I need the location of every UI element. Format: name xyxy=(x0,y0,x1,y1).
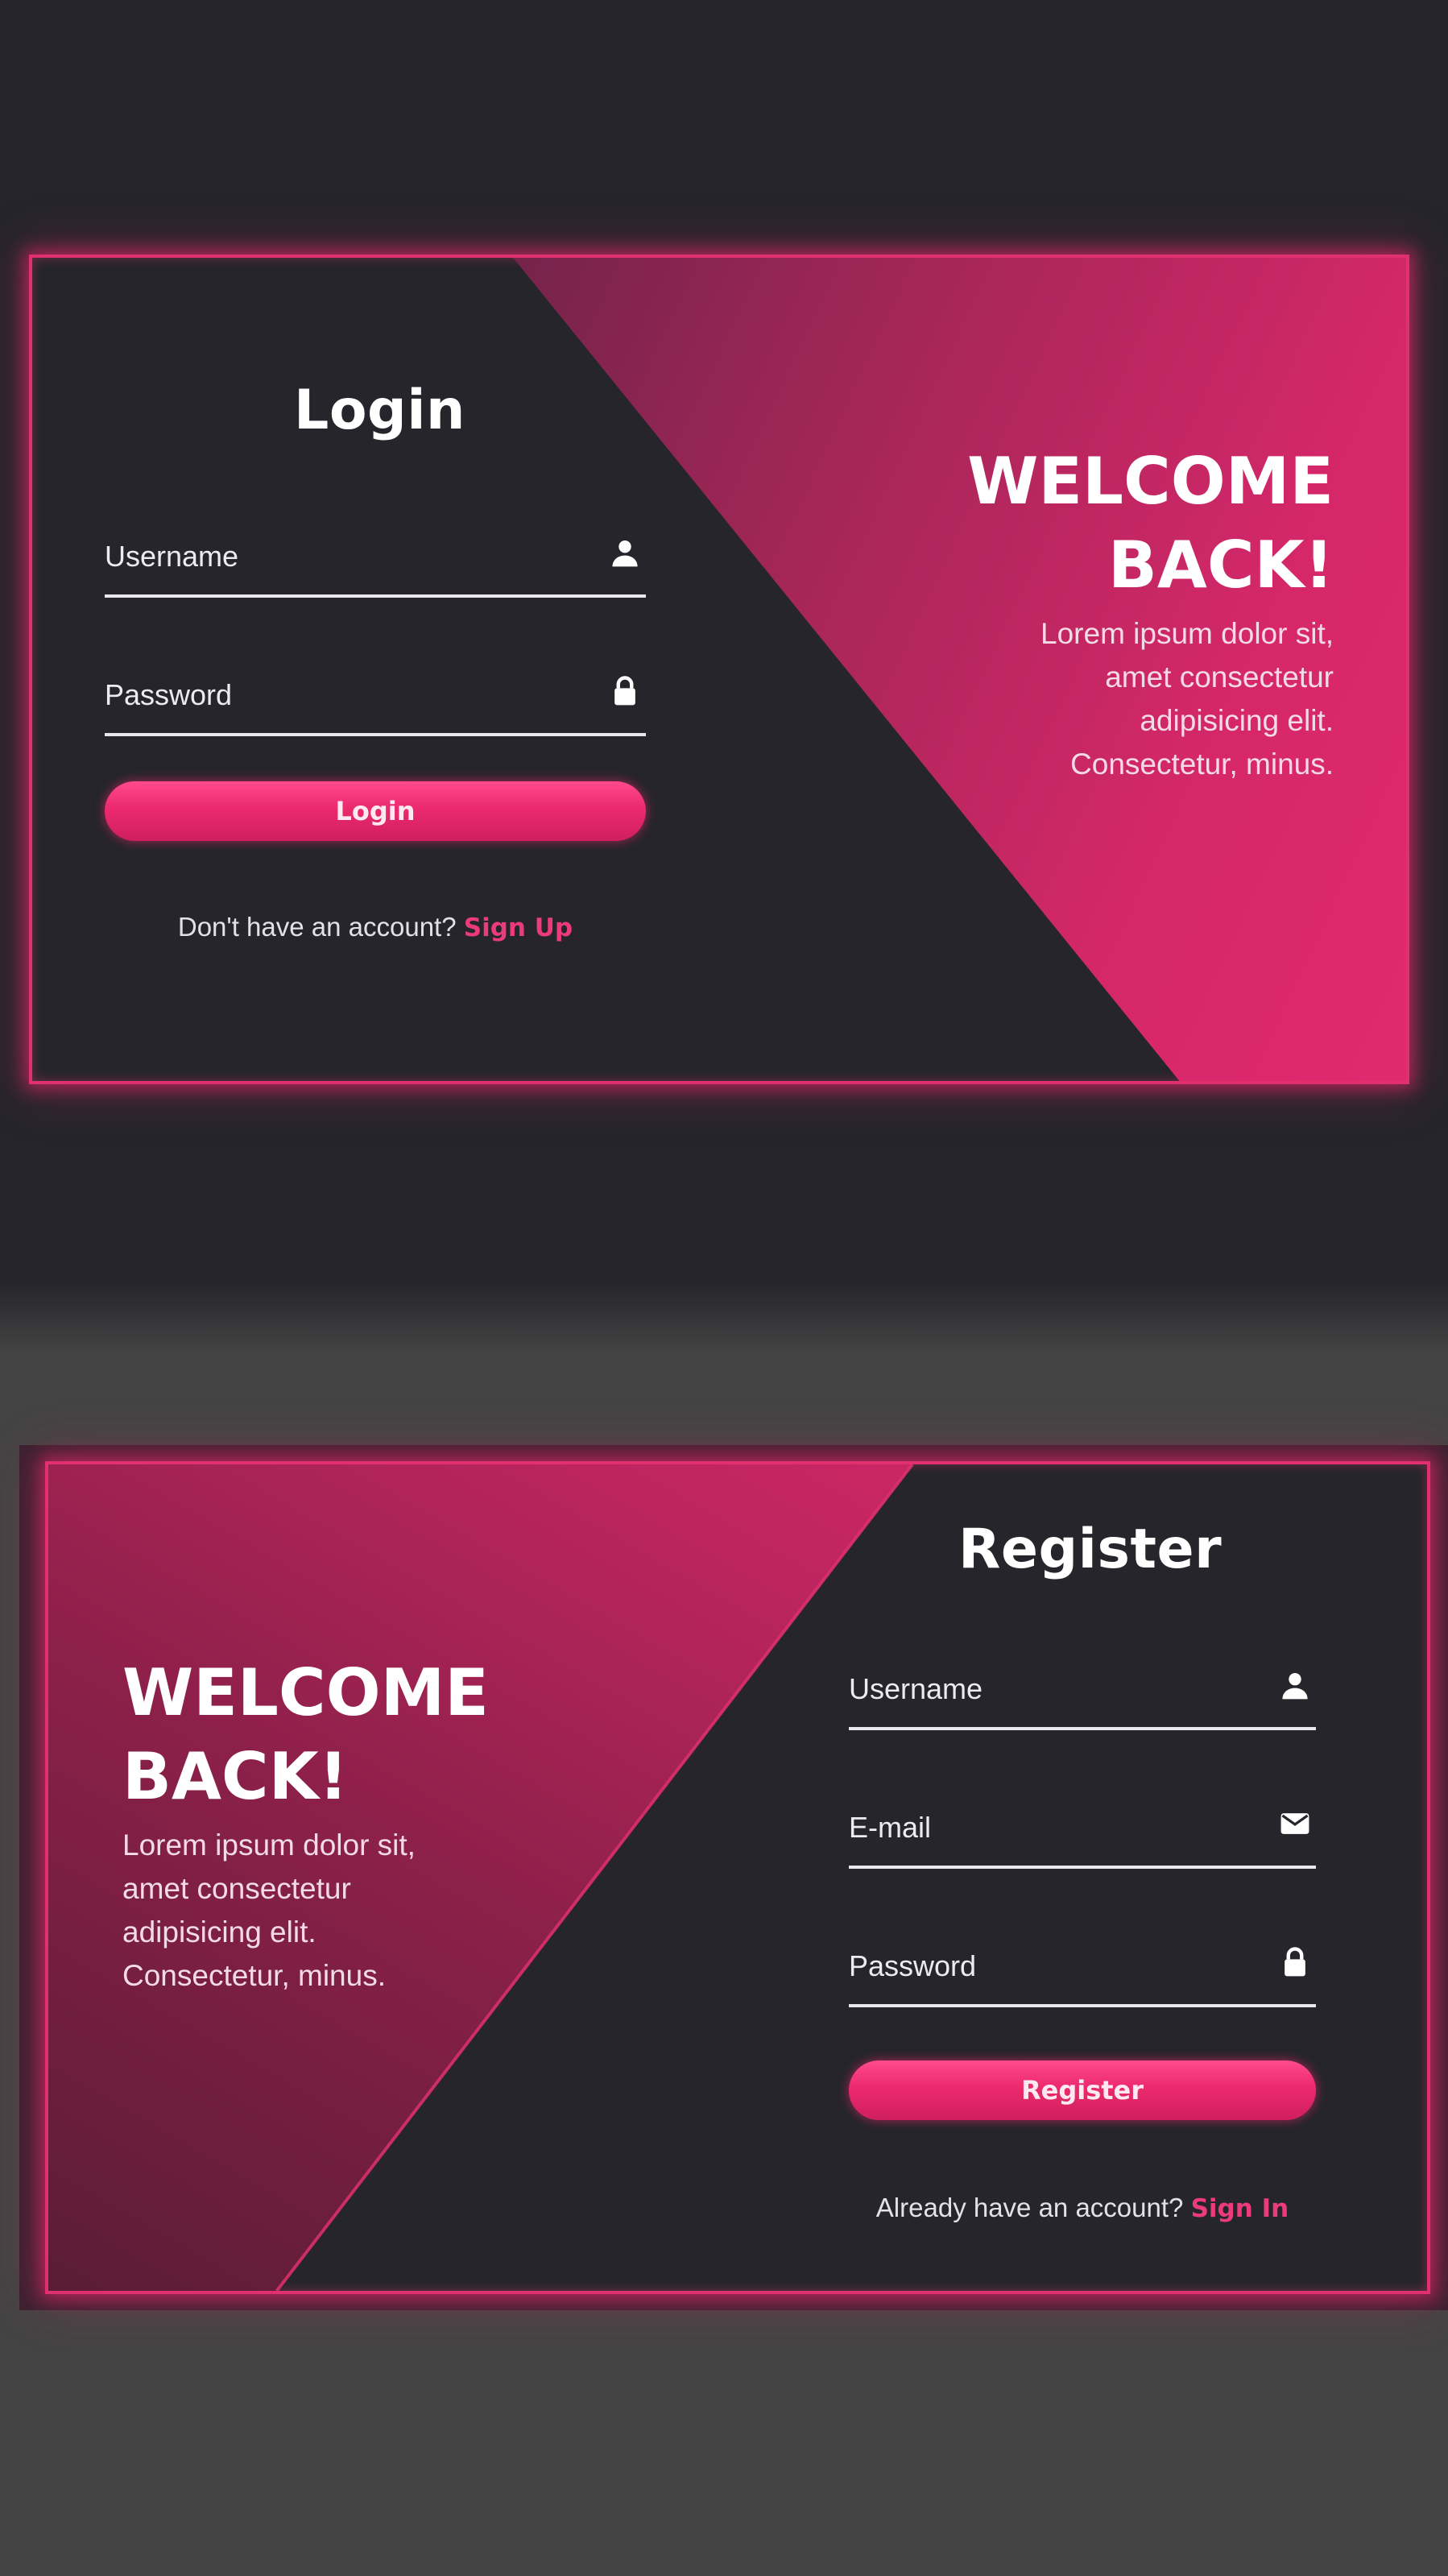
lock-icon xyxy=(1285,1947,1305,1977)
login-card: Login Username Password Login Don't have… xyxy=(29,255,1409,1084)
lock-icon xyxy=(614,676,635,706)
welcome-line-1: WELCOME xyxy=(122,1655,489,1730)
sign-up-link[interactable]: Sign Up xyxy=(464,913,573,942)
login-footer-text: Don't have an account? xyxy=(177,912,457,942)
register-button[interactable]: Register xyxy=(849,2060,1316,2120)
register-welcome-heading: WELCOME BACK! xyxy=(122,1651,489,1819)
password-label: Password xyxy=(849,1949,977,1982)
register-card: Register Username E-mail Password Regist… xyxy=(45,1461,1430,2294)
sign-in-link[interactable]: Sign In xyxy=(1191,2194,1289,2223)
login-welcome-heading: WELCOME BACK! xyxy=(967,440,1334,607)
username-label: Username xyxy=(849,1672,983,1705)
welcome-line-1: WELCOME xyxy=(967,444,1334,519)
login-welcome-text: Lorem ipsum dolor sit, amet consectetur … xyxy=(1040,612,1334,786)
register-welcome-text: Lorem ipsum dolor sit, amet consectetur … xyxy=(122,1824,416,1998)
login-title: Login xyxy=(294,379,465,442)
email-label: E-mail xyxy=(849,1811,932,1844)
register-footer-text: Already have an account? xyxy=(875,2193,1184,2222)
welcome-text-line: Lorem ipsum dolor sit, xyxy=(122,1828,416,1862)
register-password-field[interactable]: Password xyxy=(849,1933,1316,2007)
welcome-text-line: amet consectetur xyxy=(122,1872,351,1905)
background-fade xyxy=(0,1281,1448,1353)
welcome-text-line: adipisicing elit. xyxy=(1140,704,1334,737)
user-icon xyxy=(1282,1672,1308,1700)
register-title: Register xyxy=(958,1518,1223,1581)
login-footer: Don't have an account? Sign Up xyxy=(105,912,646,942)
user-icon xyxy=(612,540,638,567)
register-footer: Already have an account? Sign In xyxy=(849,2193,1316,2223)
login-username-field[interactable]: Username xyxy=(105,524,646,598)
welcome-line-2: BACK! xyxy=(122,1739,349,1814)
welcome-text-line: adipisicing elit. xyxy=(122,1915,316,1949)
welcome-text-line: Consectetur, minus. xyxy=(1070,748,1334,781)
welcome-text-line: Consectetur, minus. xyxy=(122,1959,386,1992)
welcome-text-line: Lorem ipsum dolor sit, xyxy=(1040,617,1334,650)
welcome-line-2: BACK! xyxy=(1107,528,1334,603)
login-password-field[interactable]: Password xyxy=(105,662,646,736)
register-email-field[interactable]: E-mail xyxy=(849,1795,1316,1869)
login-button[interactable]: Login xyxy=(105,781,646,841)
register-username-field[interactable]: Username xyxy=(849,1656,1316,1730)
username-label: Username xyxy=(105,540,239,573)
mail-icon xyxy=(1280,1813,1309,1834)
welcome-text-line: amet consectetur xyxy=(1105,661,1334,694)
password-label: Password xyxy=(105,678,233,711)
